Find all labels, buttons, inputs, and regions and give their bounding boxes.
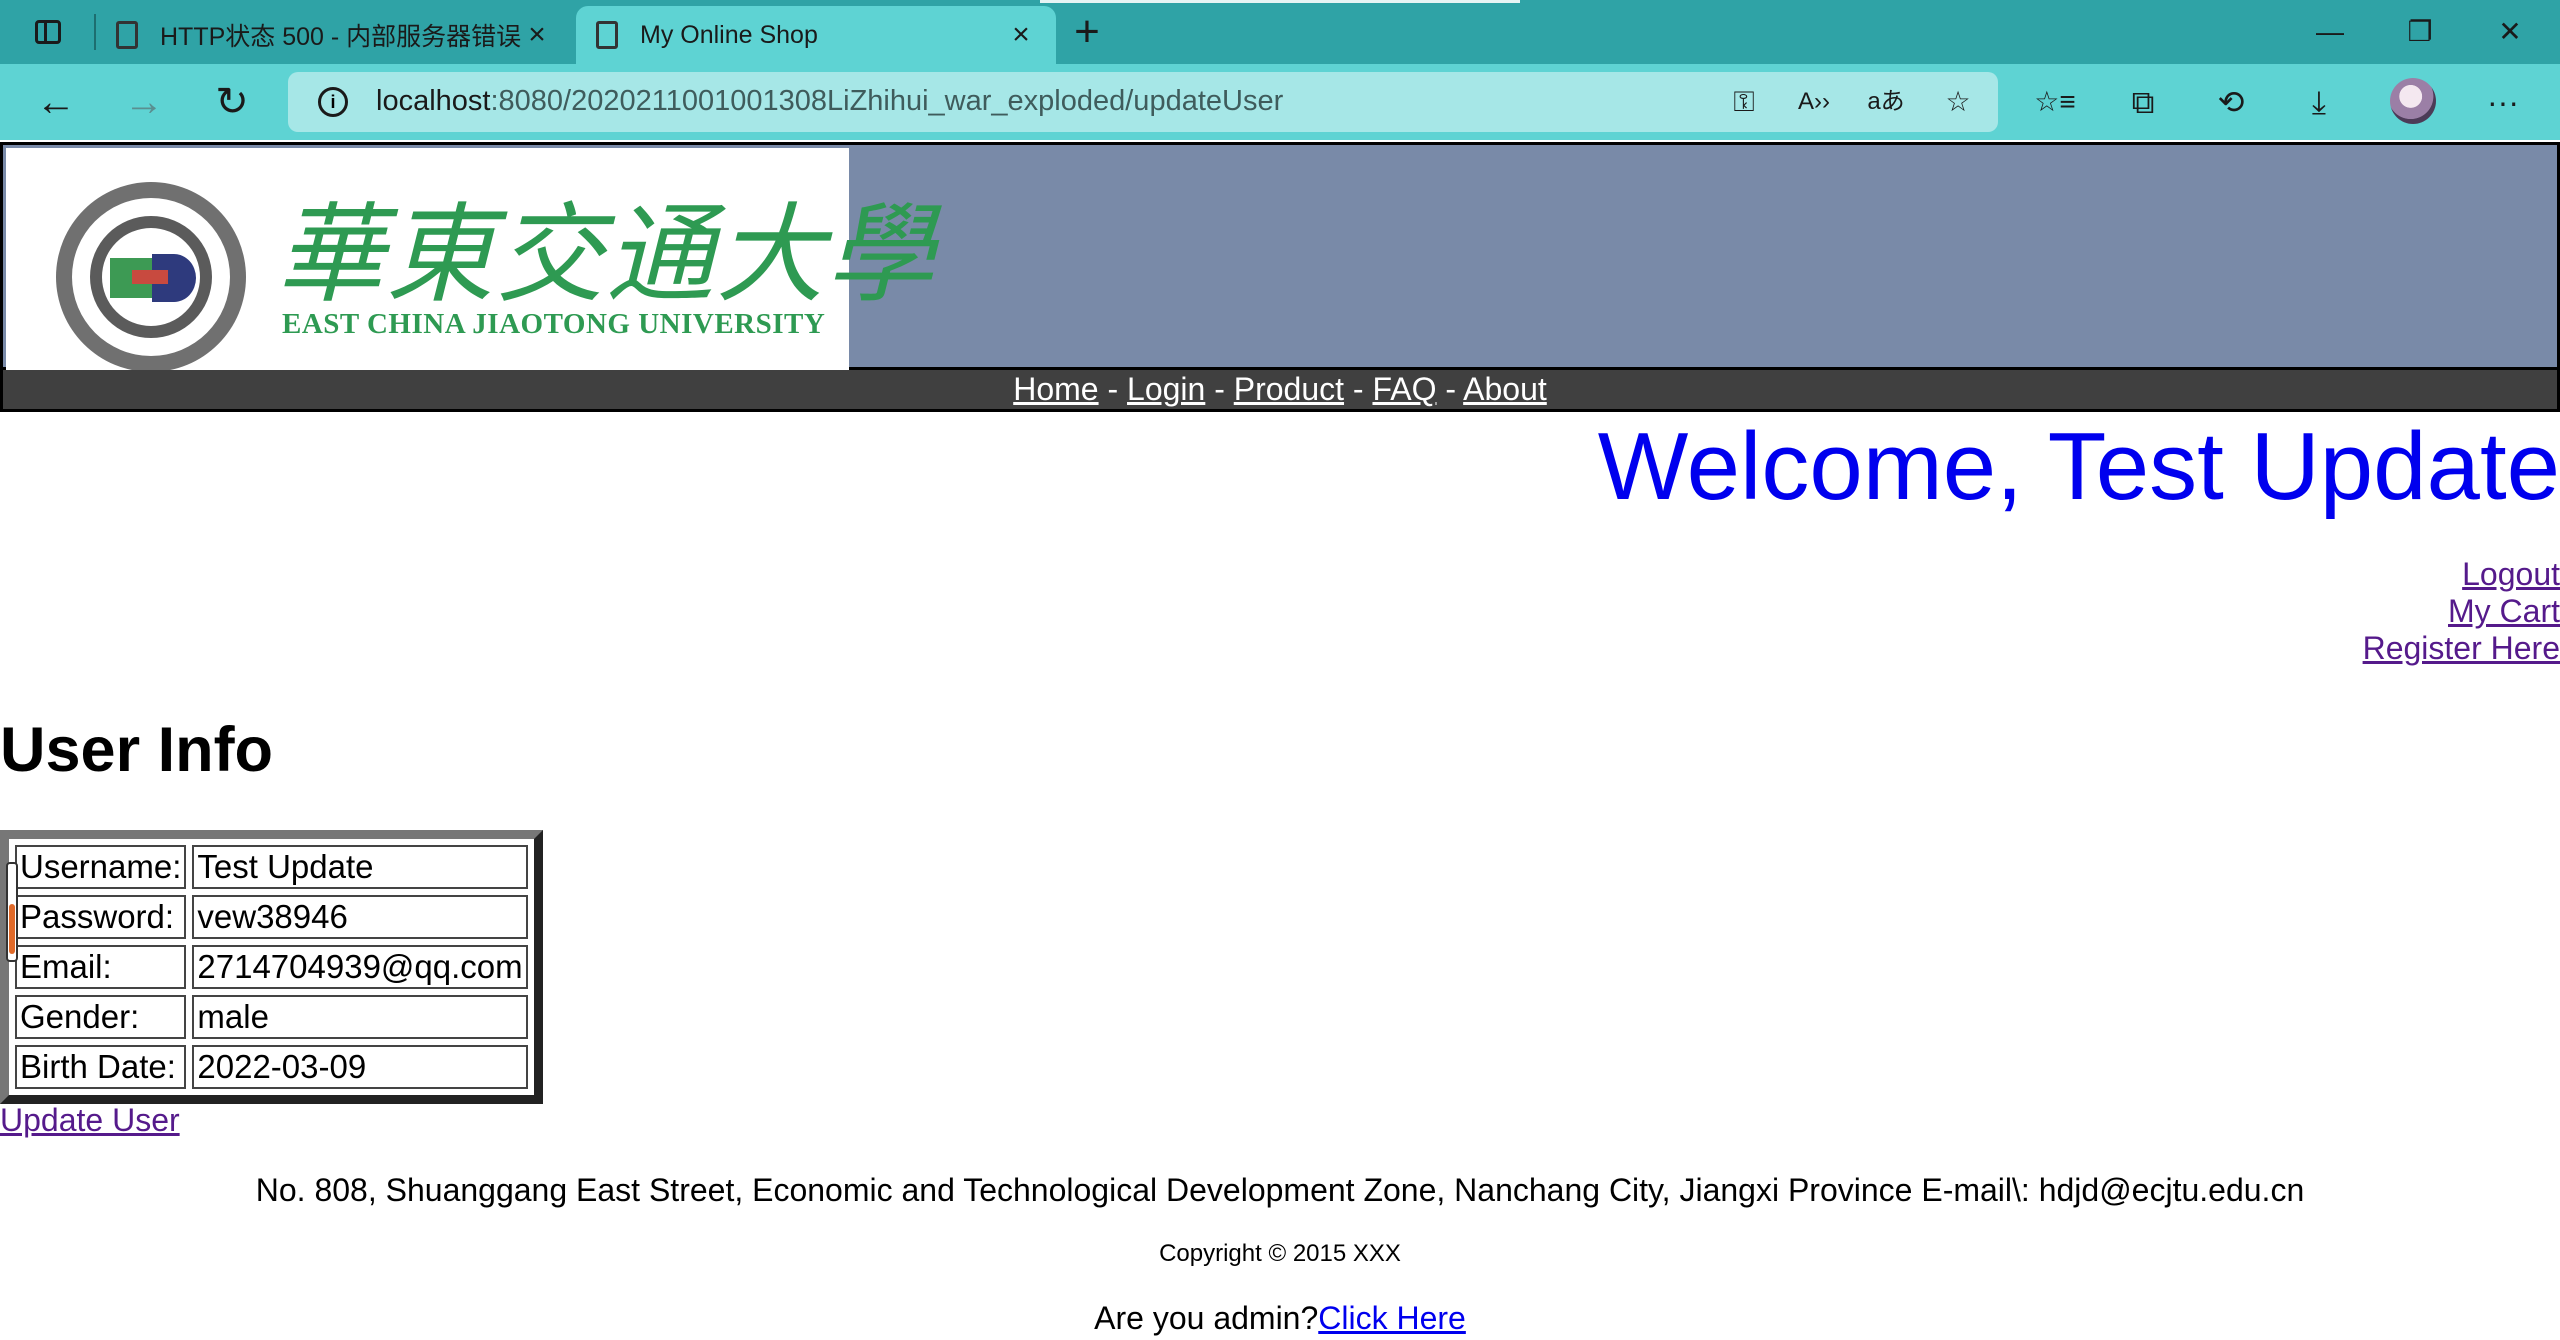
add-favorite-icon[interactable]: ☆ [1938, 82, 1978, 122]
key-icon[interactable]: ⚿ [1724, 82, 1764, 122]
email-value: 2714704939@qq.com [192, 945, 528, 989]
table-row: Username: Test Update [15, 845, 528, 889]
my-cart-link[interactable]: My Cart [2363, 593, 2560, 630]
table-row: Password: vew38946 [15, 895, 528, 939]
admin-prompt: Are you admin?Click Here [0, 1300, 2560, 1337]
history-icon[interactable]: ⟲ [2206, 78, 2256, 126]
username-label: Username: [15, 845, 187, 889]
banner: 華東交通大學 EAST CHINA JIAOTONG UNIVERSITY [0, 142, 2560, 372]
translate-icon[interactable]: aあ [1866, 82, 1906, 122]
more-icon[interactable]: ··· [2478, 78, 2528, 126]
page-icon [596, 21, 618, 49]
gender-value: male [192, 995, 528, 1039]
copyright-text: Copyright © 2015 XXX [1159, 1240, 1401, 1267]
university-seal-icon [56, 182, 246, 372]
profile-avatar[interactable] [2390, 78, 2436, 124]
favorites-icon[interactable]: ☆≡ [2030, 78, 2080, 126]
downloads-icon[interactable]: ⤓ [2294, 78, 2344, 126]
page-icon [116, 21, 138, 49]
birth-date-label: Birth Date: [15, 1045, 187, 1089]
welcome-heading: Welcome, Test Update [1597, 413, 2560, 520]
seal-emblem [102, 228, 200, 326]
email-label: Email: [15, 945, 187, 989]
browser-window: HTTP状态 500 - 内部服务器错误 × My Online Shop × … [0, 0, 2560, 1340]
back-button[interactable]: ← [28, 78, 84, 126]
site-header: 華東交通大學 EAST CHINA JIAOTONG UNIVERSITY Ho… [0, 142, 2560, 412]
nav-about-link[interactable]: About [1463, 371, 1547, 407]
nav-product-link[interactable]: Product [1234, 371, 1344, 407]
admin-prompt-text: Are you admin? [1094, 1300, 1319, 1336]
gender-label: Gender: [15, 995, 187, 1039]
nav-home-link[interactable]: Home [1013, 371, 1098, 407]
admin-link[interactable]: Click Here [1318, 1300, 1466, 1336]
new-tab-button[interactable]: + [1064, 10, 1110, 54]
browser-toolbar: ← → ↻ i localhost:8080/2020211001001308L… [0, 64, 2560, 140]
address-bar[interactable]: i localhost:8080/2020211001001308LiZhihu… [288, 72, 1998, 132]
nav-login-link[interactable]: Login [1127, 371, 1205, 407]
birth-date-value: 2022-03-09 [192, 1045, 528, 1089]
update-user-link[interactable]: Update User [0, 1102, 180, 1139]
username-value: Test Update [192, 845, 528, 889]
nav-separator: - [1098, 371, 1128, 407]
table-row: Gender: male [15, 995, 528, 1039]
password-value: vew38946 [192, 895, 528, 939]
footer-address: No. 808, Shuanggang East Street, Economi… [255, 1172, 2305, 1208]
loading-indicator [1040, 0, 1520, 3]
collections-icon[interactable]: ⧉ [2118, 78, 2168, 126]
tab-title: My Online Shop [640, 20, 818, 49]
scroll-handle[interactable] [6, 862, 18, 962]
url-text[interactable]: localhost:8080/2020211001001308LiZhihui_… [376, 85, 1283, 118]
forward-button[interactable]: → [116, 78, 172, 126]
nav-faq-link[interactable]: FAQ [1372, 371, 1436, 407]
close-tab-icon[interactable]: × [522, 18, 552, 52]
close-window-button[interactable]: ✕ [2480, 8, 2540, 56]
emblem-red [132, 270, 168, 284]
refresh-button[interactable]: ↻ [204, 78, 260, 126]
nav-separator: - [1436, 371, 1464, 407]
tab-error-page[interactable]: HTTP状态 500 - 内部服务器错误 × [96, 6, 572, 64]
read-aloud-icon[interactable]: A›› [1794, 82, 1834, 122]
user-info-heading: User Info [0, 715, 274, 785]
site-info-icon[interactable]: i [318, 87, 348, 117]
nav-separator: - [1344, 371, 1373, 407]
password-label: Password: [15, 895, 187, 939]
minimize-button[interactable]: — [2300, 8, 2360, 56]
tab-actions-icon [35, 20, 61, 44]
university-name-en: EAST CHINA JIAOTONG UNIVERSITY [282, 308, 826, 340]
user-links: Logout My Cart Register Here [2363, 556, 2560, 667]
tab-title: HTTP状态 500 - 内部服务器错误 [160, 23, 522, 51]
university-name-cn: 華東交通大學 [276, 193, 937, 318]
register-link[interactable]: Register Here [2363, 630, 2560, 667]
tab-online-shop[interactable]: My Online Shop × [576, 6, 1056, 64]
nav-separator: - [1205, 371, 1234, 407]
university-logo: 華東交通大學 EAST CHINA JIAOTONG UNIVERSITY [6, 148, 934, 372]
tab-actions-button[interactable] [24, 12, 72, 52]
url-host: localhost [376, 85, 491, 117]
user-info-table: Username: Test Update Password: vew38946… [0, 830, 543, 1104]
table-row: Email: 2714704939@qq.com [15, 945, 528, 989]
tab-strip: HTTP状态 500 - 内部服务器错误 × My Online Shop × … [0, 0, 2560, 64]
site-navbar: Home - Login - Product - FAQ - About [0, 370, 2560, 412]
logout-link[interactable]: Logout [2363, 556, 2560, 593]
close-tab-icon[interactable]: × [1006, 18, 1036, 52]
url-path: :8080/2020211001001308LiZhihui_war_explo… [490, 85, 1284, 117]
table-row: Birth Date: 2022-03-09 [15, 1045, 528, 1089]
restore-button[interactable]: ❐ [2390, 8, 2450, 56]
